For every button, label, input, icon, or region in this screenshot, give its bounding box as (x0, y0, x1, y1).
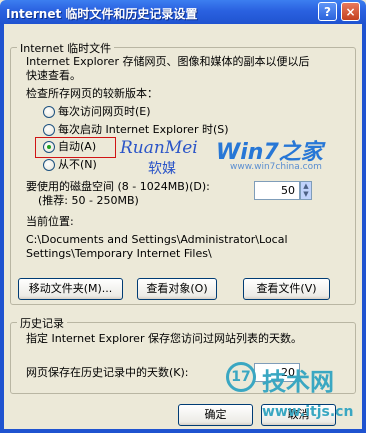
win7-url: www.win7china.com (230, 162, 322, 172)
disk-space-spinner[interactable]: ▲ ▼ (300, 181, 312, 200)
radio-every-start[interactable] (43, 124, 55, 136)
spin-down-icon[interactable]: ▼ (301, 190, 311, 198)
close-icon: × (345, 5, 356, 19)
view-files-button[interactable]: 查看文件(V) (243, 278, 330, 300)
window-frame-bottom (0, 429, 366, 433)
temp-files-description-line1: Internet Explorer 存储网页、图像和媒体的副本以便以后 (26, 55, 310, 68)
radio-automatic[interactable] (43, 141, 55, 153)
title-bar: Internet 临时文件和历史记录设置 ? × (0, 0, 366, 24)
disk-space-recommend: (推荐: 50 - 250MB) (38, 194, 139, 207)
help-button[interactable]: ? (318, 2, 337, 21)
window-frame-left (0, 24, 4, 433)
view-objects-button[interactable]: 查看对象(O) (137, 278, 217, 300)
ok-button[interactable]: 确定 (178, 404, 253, 426)
radio-never-label[interactable]: 从不(N) (58, 158, 97, 172)
temp-files-group: Internet 临时文件 (10, 40, 356, 305)
temp-files-description-line2: 快速查看。 (26, 69, 81, 82)
ruanmei-logo-cn: 软媒 (148, 161, 176, 177)
window-frame-right (362, 24, 366, 433)
current-location-path-line1: C:\Documents and Settings\Administrator\… (26, 233, 288, 246)
radio-every-visit[interactable] (43, 106, 55, 118)
itjs-logo-text: 技术网 (262, 368, 334, 396)
history-legend: 历史记录 (17, 315, 67, 331)
history-days-label: 网页保存在历史记录中的天数(K): (26, 366, 189, 379)
radio-every-start-label[interactable]: 每次启动 Internet Explorer 时(S) (58, 123, 229, 137)
current-location-label: 当前位置: (26, 215, 74, 228)
help-icon: ? (324, 5, 331, 19)
radio-every-visit-label[interactable]: 每次访问网页时(E) (58, 105, 151, 119)
close-button[interactable]: × (341, 2, 360, 21)
current-location-path-line2: Settings\Temporary Internet Files\ (26, 247, 212, 260)
radio-never[interactable] (43, 159, 55, 171)
disk-space-label: 要使用的磁盘空间 (8 - 1024MB)(D): (26, 180, 210, 193)
itjs-circle-logo: 17 (226, 362, 256, 392)
ruanmei-logo-text: RuanMei (120, 138, 198, 158)
temp-files-legend: Internet 临时文件 (17, 40, 115, 56)
spin-up-icon[interactable]: ▲ (301, 182, 311, 190)
window-title: Internet 临时文件和历史记录设置 (6, 7, 198, 21)
radio-automatic-label[interactable]: 自动(A) (58, 140, 96, 154)
disk-space-input[interactable]: 50 (254, 181, 300, 200)
check-versions-label: 检查所存网页的较新版本： (26, 87, 158, 100)
history-description: 指定 Internet Explorer 保存您访问过网站列表的天数。 (26, 332, 302, 345)
itjs-url: www.itjs.cn (262, 404, 354, 420)
move-folder-button[interactable]: 移动文件夹(M)... (18, 278, 123, 300)
